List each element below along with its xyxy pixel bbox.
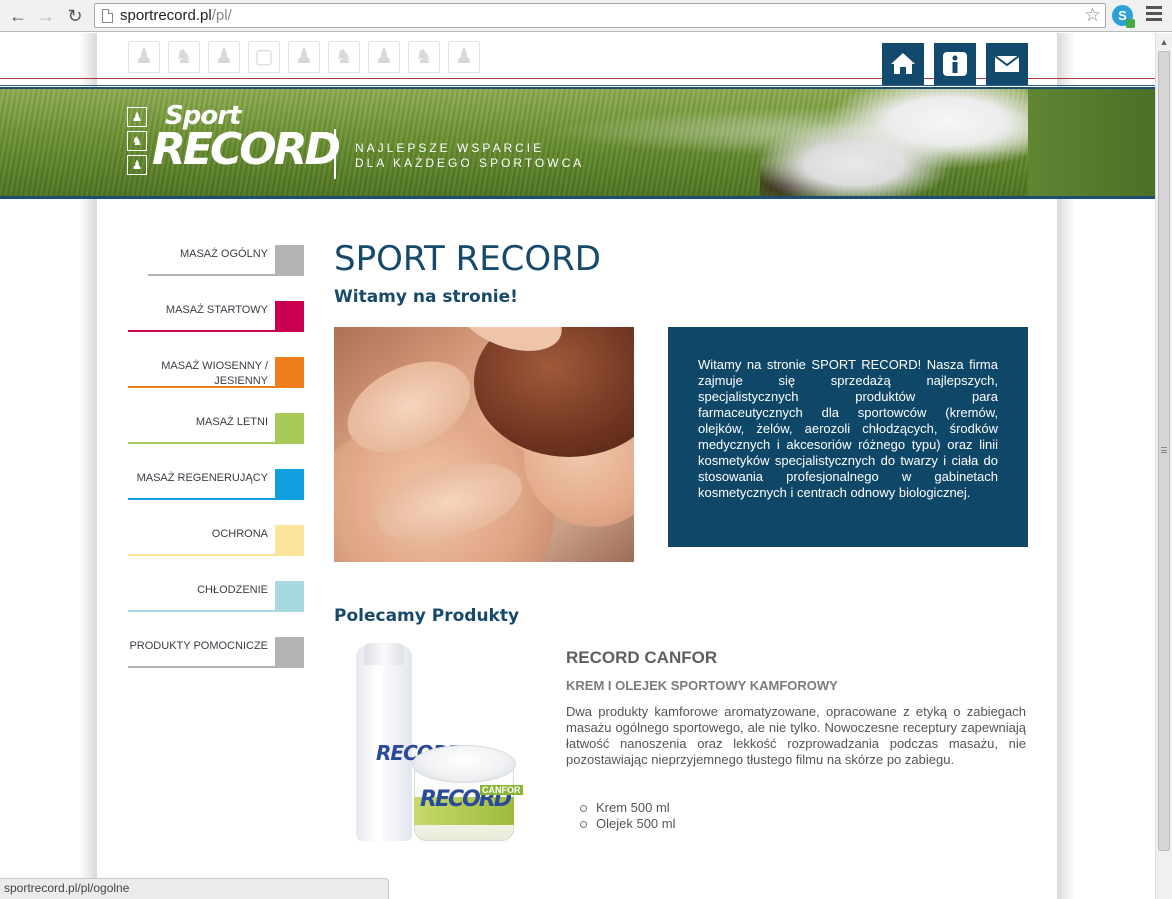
browser-menu-icon[interactable] [1146,6,1162,26]
oil-bottle: RECORD [356,645,464,841]
category-color-block [275,525,304,554]
info-icon [943,52,967,76]
sprinter-icon: ♟ [448,41,480,73]
goal-icon: ▢ [248,41,280,73]
slogan-line-1: NAJLEPSZE WSPARCIE [355,141,545,155]
category-color-block [275,581,304,610]
product-description: Dwa produkty kamforowe aromatyzowane, op… [566,704,1026,767]
back-button[interactable]: ← [6,4,30,28]
mail-icon [994,55,1020,72]
sidebar-item-produkty-pomocnicze[interactable]: PRODUKTY POMOCNICZE [128,637,304,668]
banner-player-image [760,89,1028,196]
slogan-line-2: DLA KAŻDEGO SPORTOWCA [355,156,585,170]
banner-grass-right [1028,89,1155,196]
sidebar-item-masaz-letni[interactable]: MASAŻ LETNI [128,413,304,444]
jumper-icon: ♞ [408,41,440,73]
cyclist-icon: ♟ [208,41,240,73]
category-color-block [275,469,304,498]
slogan: NAJLEPSZE WSPARCIE DLA KAŻDEGO SPORTOWCA [355,141,584,171]
logo-pictograms: ♟ ♞ ♟ [127,107,149,177]
sidebar-item-label: MASAŻ REGENERUJĄCY [136,472,268,484]
sidebar-item-label: CHŁODZENIE [197,584,268,596]
scroll-grip-icon [1161,447,1167,453]
address-bar[interactable]: sportrecord.pl/pl/ ☆ [94,3,1106,28]
logo-jumper-icon: ♟ [127,155,147,175]
scroll-thumb[interactable] [1158,51,1170,851]
sidebar-item-chlodzenie[interactable]: CHŁODZENIE [128,581,304,612]
sidebar-item-ochrona[interactable]: OCHRONA [128,525,304,556]
page-icon [102,9,113,23]
logo-record-text[interactable]: RECORD [152,127,341,173]
products-heading: Polecamy Produkty [334,606,520,626]
sidebar-item-label: MASAŻ STARTOWY [165,304,268,316]
list-item: Olejek 500 ml [580,816,675,832]
sidebar-item-masaz-regenerujacy[interactable]: MASAŻ REGENERUJĄCY [128,469,304,500]
swimmer-icon: ♟ [288,41,320,73]
category-color-block [275,357,304,386]
category-color-block [275,245,304,274]
page-viewport: ♟ ♞ ♟ ▢ ♟ ♞ ♟ ♞ ♟ ♟ ♞ ♟ Sport RECORD NAJ… [0,33,1155,899]
skype-extension-icon[interactable]: S [1112,5,1135,28]
category-color-block [275,301,304,330]
welcome-text: Witamy na stronie SPORT RECORD! Nasza fi… [698,357,998,500]
logo-cyclist-icon: ♞ [127,131,147,151]
skater-icon: ♟ [368,41,400,73]
sport-pictograms: ♟ ♞ ♟ ▢ ♟ ♞ ♟ ♞ ♟ [128,41,483,74]
vertical-scrollbar[interactable]: ▲ [1155,33,1172,899]
skier-icon: ♞ [328,41,360,73]
cream-jar: RECORD CANFOR [412,745,523,843]
forward-button[interactable]: → [34,4,58,28]
header-stripes [0,78,1155,86]
scroll-up-icon[interactable]: ▲ [1156,35,1172,49]
category-color-block [275,637,304,666]
welcome-box: Witamy na stronie SPORT RECORD! Nasza fi… [668,327,1028,547]
url-text[interactable]: sportrecord.pl/pl/ [120,7,232,24]
bookmark-star-icon[interactable]: ☆ [1084,4,1101,27]
url-path: /pl/ [211,7,232,24]
sidebar-item-label: MASAŻ LETNI [195,416,268,428]
page-title: SPORT RECORD [334,239,601,279]
page-subtitle: Witamy na stronie! [334,287,518,307]
sidebar-item-masaz-ogolny[interactable]: MASAŻ OGÓLNY [148,245,304,276]
url-host: sportrecord.pl [120,7,212,24]
category-color-block [275,413,304,442]
list-item: Krem 500 ml [580,800,675,816]
banner-divider [334,129,336,179]
hurdler-icon: ♞ [168,41,200,73]
status-bar: sportrecord.pl/pl/ogolne [0,878,389,899]
sidebar-item-label: MASAŻ OGÓLNY [179,248,268,260]
sidebar-item-label: OCHRONA [211,528,268,540]
contact-button[interactable] [986,43,1028,85]
runner-icon: ♟ [128,41,160,73]
home-button[interactable] [882,43,924,85]
product-image[interactable]: RECORD RECORD CANFOR [340,643,530,850]
product-subtitle: KREM I OLEJEK SPORTOWY KAMFOROWY [566,678,838,693]
header-banner: ♟ ♞ ♟ Sport RECORD NAJLEPSZE WSPARCIE DL… [0,87,1155,199]
massage-photo [334,327,634,562]
bottle-cap [364,643,404,665]
home-icon [891,53,915,74]
jar-badge: CANFOR [480,785,523,795]
sidebar-item-label: PRODUKTY POMOCNICZE [129,640,268,652]
sidebar-item-masaz-wiosenny-jesienny[interactable]: MASAŻ WIOSENNY / JESIENNY [128,357,304,388]
product-name[interactable]: RECORD CANFOR [566,648,717,668]
info-button[interactable] [934,43,976,85]
browser-toolbar: ← → ↻ sportrecord.pl/pl/ ☆ S [0,0,1172,32]
sidebar-item-masaz-startowy[interactable]: MASAŻ STARTOWY [128,301,304,332]
product-variants: Krem 500 ml Olejek 500 ml [580,800,675,832]
logo-runner-icon: ♟ [127,107,147,127]
sidebar-item-label: MASAŻ WIOSENNY / JESIENNY [161,360,268,387]
reload-button[interactable]: ↻ [63,4,87,28]
